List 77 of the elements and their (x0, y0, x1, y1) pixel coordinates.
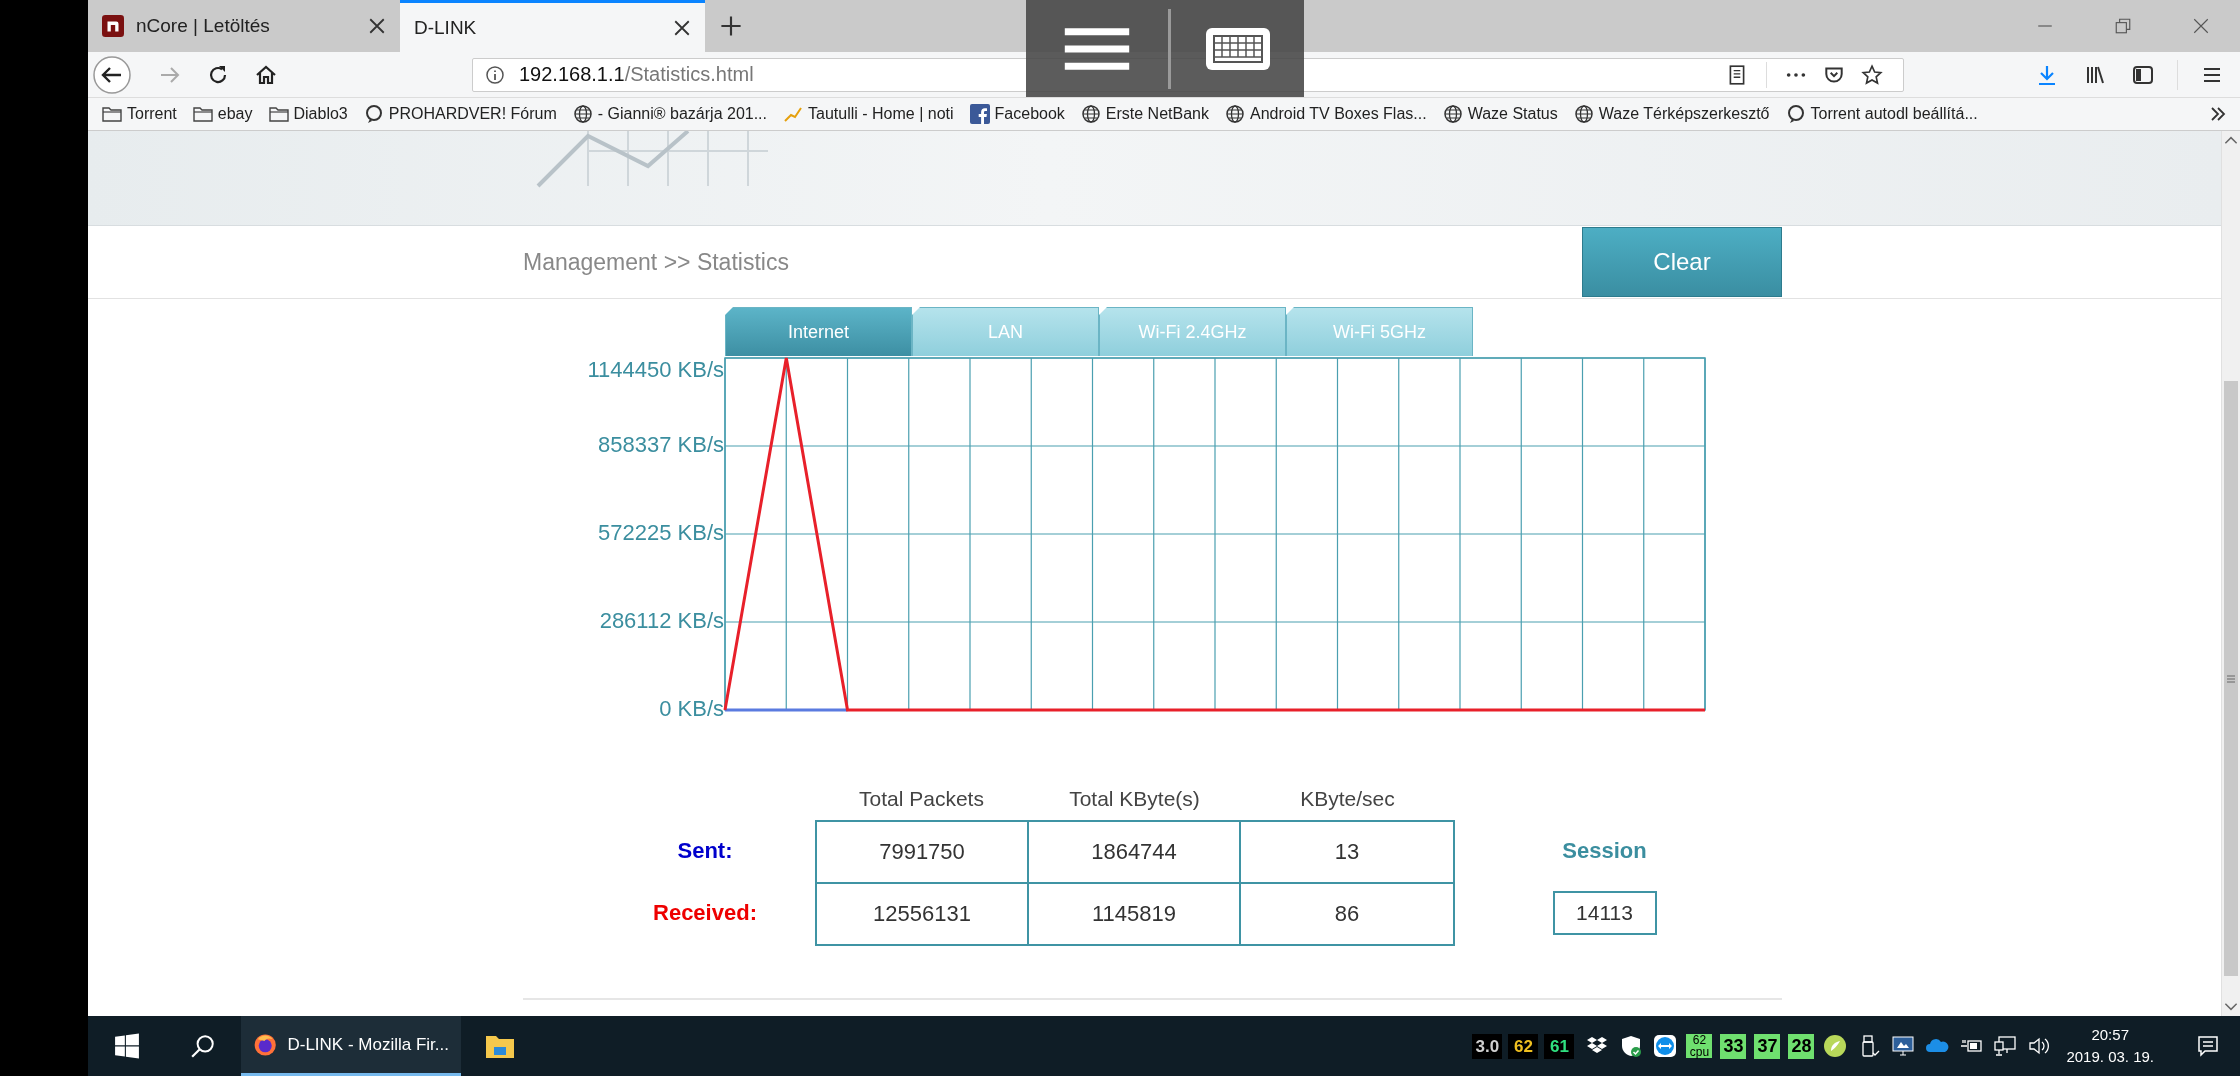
bookmark-item[interactable]: PROHARDVER! Fórum (357, 104, 563, 124)
folder-icon (102, 104, 122, 124)
tray-reading: 62 (1513, 1038, 1533, 1054)
facebook-icon (969, 104, 990, 124)
close-window-icon[interactable] (2192, 17, 2210, 35)
notification-icon[interactable] (2196, 1034, 2220, 1058)
y-axis-label: 1144450 KB/s (587, 356, 724, 382)
y-axis-label: 286112 KB/s (599, 607, 724, 633)
keyboard-icon[interactable] (1204, 26, 1271, 71)
bookmark-item[interactable]: Android TV Boxes Flas... (1219, 104, 1433, 124)
tray-reading: 3.0 (1475, 1038, 1500, 1054)
globe-icon (1573, 104, 1594, 124)
clock-time: 20:57 (2091, 1025, 2129, 1045)
tab-title: D-LINK (414, 16, 478, 39)
folder-icon (268, 104, 289, 124)
network-icon[interactable] (1993, 1034, 2018, 1058)
bookmark-item[interactable]: Erste NetBank (1074, 104, 1215, 124)
info-icon (485, 64, 505, 85)
windows-start-icon[interactable] (114, 1033, 140, 1059)
globe-icon (1080, 104, 1101, 124)
star-icon[interactable] (1861, 63, 1883, 86)
breadcrumb: Management >> Statistics (523, 248, 790, 276)
row-label: Received: (653, 900, 757, 926)
close-tab-icon[interactable] (368, 17, 386, 35)
temperature-reading: 37 (1754, 1033, 1781, 1059)
bookmark-item[interactable]: Torrent autodl beállítá... (1779, 104, 1984, 124)
table-cell: 12556131 (817, 884, 1029, 944)
globe-icon (1442, 104, 1463, 124)
bookmark-item[interactable]: Waze Térképszerkesztő (1567, 104, 1776, 124)
table-cell: 13 (1241, 822, 1453, 884)
close-tab-icon[interactable] (673, 18, 691, 37)
tray-reading: 61 (1549, 1038, 1569, 1054)
browser-tab[interactable]: D-LINK (400, 0, 705, 52)
taskbar-button[interactable]: D-LINK - Mozilla Fir... (241, 1016, 461, 1076)
folder-icon (192, 104, 213, 124)
bookmark-item[interactable]: Facebook (963, 104, 1071, 124)
back-icon[interactable] (92, 54, 132, 95)
temperature-reading: 33 (1720, 1033, 1747, 1059)
cpu-meter: 62 cpu (1686, 1034, 1713, 1058)
column-header: Total KByte(s) (1068, 787, 1201, 812)
ring-icon (363, 104, 384, 124)
bookmark-item[interactable]: - Gianni® bazárja 201... (566, 104, 773, 124)
table-cell-text: 86 (1333, 900, 1361, 928)
bookmark-item[interactable]: ebay (186, 104, 259, 124)
bookmark-item[interactable]: Diablo3 (262, 104, 354, 124)
column-header: Total Packets (858, 787, 985, 812)
clock-date: 2019. 03. 19. (2066, 1047, 2154, 1067)
remote-arrows-icon[interactable] (1653, 1034, 1678, 1058)
url-text: 192.168.1.1/Statistics.html (519, 63, 754, 86)
row-label: Sent: (677, 838, 733, 864)
scroll-thumb[interactable] (2224, 381, 2238, 976)
browser-tab[interactable]: nCore | Letöltés (88, 0, 400, 52)
scrollbar[interactable] (2221, 131, 2240, 1016)
bookmark-item[interactable]: Waze Status (1436, 104, 1564, 124)
y-axis-label: 858337 KB/s (598, 431, 724, 457)
bookmark-item[interactable]: Tautulli - Home | noti (777, 104, 960, 124)
restore-icon[interactable] (2114, 17, 2132, 35)
globe-icon (1225, 104, 1245, 124)
y-axis-label: 572225 KB/s (598, 519, 724, 545)
session-label: Session (1562, 838, 1647, 864)
ring-icon (1785, 104, 1806, 124)
shield-icon[interactable] (1619, 1034, 1644, 1058)
column-header: KByte/sec (1299, 787, 1396, 812)
table-cell: 1145819 (1029, 884, 1241, 944)
table-cell: 7991750 (817, 822, 1029, 884)
search-icon[interactable] (190, 1033, 216, 1059)
bookmark-item[interactable]: Torrent (96, 104, 183, 124)
new-tab-icon[interactable] (719, 14, 743, 38)
table-cell: 1864744 (1029, 822, 1241, 884)
y-axis-label: 0 KB/s (659, 695, 724, 721)
monitor-icon[interactable] (1891, 1034, 1916, 1058)
session-value: 14113 (1552, 891, 1657, 935)
file-folder-icon[interactable] (485, 1033, 515, 1059)
tab-title: nCore | Letöltés (136, 15, 271, 37)
leaf-circle-icon[interactable] (1823, 1034, 1848, 1058)
globe-icon (572, 104, 593, 124)
temperature-reading: 28 (1788, 1033, 1815, 1059)
